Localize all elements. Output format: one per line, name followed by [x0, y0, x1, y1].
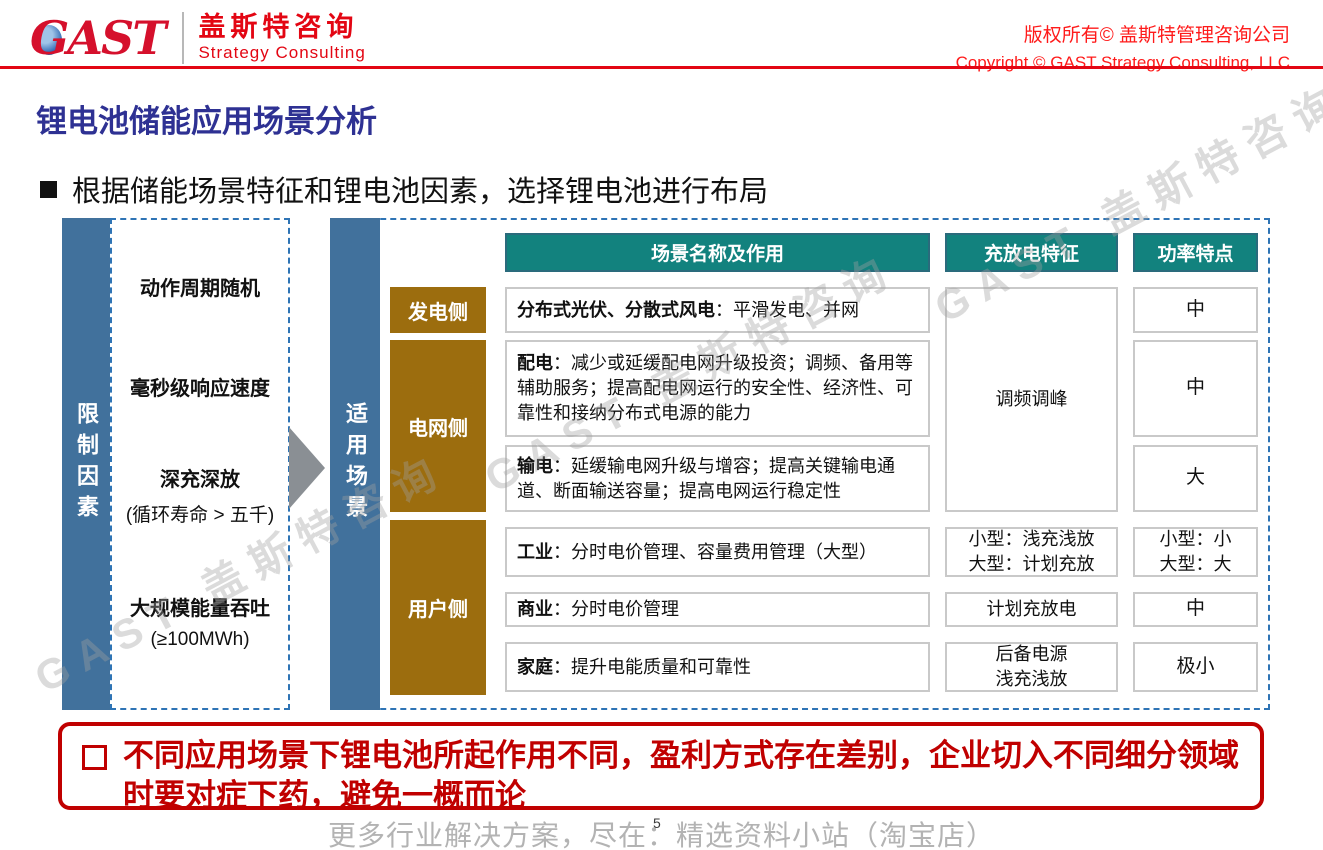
- header: GAST 盖斯特咨询 Strategy Consulting: [30, 12, 366, 64]
- subtitle-text: 根据储能场景特征和锂电池因素，选择锂电池进行布局: [72, 168, 768, 210]
- gast-logo: GAST: [30, 15, 164, 61]
- scenario-cell-pv: 分布式光伏、分散式风电：平滑发电、并网: [505, 287, 930, 333]
- brand-name-cn: 盖斯特咨询: [198, 13, 365, 43]
- power-line: 小型：小: [1160, 527, 1232, 552]
- group-label-grid: 电网侧: [390, 340, 486, 512]
- constraint-bar: 限制因素: [62, 218, 110, 710]
- constraint-bar-label: 限制因素: [70, 402, 102, 526]
- slide: GAST 盖斯特咨询 Strategy Consulting 版权所有© 盖斯特…: [0, 0, 1323, 850]
- power-cell-industry: 小型：小大型：大: [1133, 527, 1258, 577]
- column-header-charge: 充放电特征: [945, 233, 1118, 272]
- column-header-scenario: 场景名称及作用: [505, 233, 930, 272]
- factor-item: 深充深放: [110, 463, 290, 492]
- cell-desc: ：分时电价管理、容量费用管理（大型）: [553, 542, 877, 562]
- cell-lead: 分布式光伏、分散式风电: [517, 300, 715, 320]
- power-cell-pv: 中: [1133, 287, 1258, 333]
- cell-desc: ：减少或延缓配电网升级投资；调频、备用等辅助服务；提高配电网运行的安全性、经济性…: [517, 353, 913, 423]
- cell-lead: 配电: [517, 353, 553, 373]
- cell-desc: ：提升电能质量和可靠性: [553, 657, 751, 677]
- scenario-cell-distribution: 配电：减少或延缓配电网升级投资；调频、备用等辅助服务；提高配电网运行的安全性、经…: [505, 340, 930, 437]
- cell-lead: 工业: [517, 542, 553, 562]
- copyright-en: Copyright © GAST Strategy Consulting, LL…: [956, 53, 1290, 73]
- scenario-cell-industry: 工业：分时电价管理、容量费用管理（大型）: [505, 527, 930, 577]
- scenario-cell-commerce: 商业：分时电价管理: [505, 592, 930, 627]
- logo-divider: [182, 12, 184, 64]
- group-label-generation: 发电侧: [390, 287, 486, 333]
- charge-cell-span: 调频调峰: [945, 287, 1118, 512]
- logo-text: GAST: [30, 15, 164, 61]
- power-cell-transmission: 大: [1133, 445, 1258, 512]
- factor-item: 大规模能量吞吐: [110, 592, 290, 621]
- cell-lead: 家庭: [517, 657, 553, 677]
- scenario-cell-home: 家庭：提升电能质量和可靠性: [505, 642, 930, 692]
- cell-lead: 输电: [517, 456, 553, 476]
- power-line: 大型：大: [1160, 552, 1232, 577]
- cell-desc: ：分时电价管理: [553, 599, 679, 619]
- square-bullet-icon: [40, 181, 57, 198]
- charge-cell-commerce: 计划充放电: [945, 592, 1118, 627]
- summary-text: 不同应用场景下锂电池所起作用不同，盈利方式存在差别，企业切入不同细分领域时要对症…: [123, 736, 1242, 798]
- cell-desc: ：平滑发电、并网: [715, 300, 859, 320]
- charge-line: 大型：计划充放: [969, 552, 1095, 577]
- charge-cell-home: 后备电源浅充浅放: [945, 642, 1118, 692]
- scenario-bar-label: 适用场景: [339, 402, 371, 526]
- header-rule: [0, 66, 1323, 69]
- factor-item-sub: (≥100MWh): [110, 629, 290, 651]
- column-header-power: 功率特点: [1133, 233, 1258, 272]
- brand-name-en: Strategy Consulting: [198, 43, 365, 63]
- charge-line: 浅充浅放: [996, 667, 1068, 692]
- footer-watermark: 更多行业解决方案，尽在：精选资料小站（淘宝店）: [0, 814, 1323, 850]
- factor-item: 毫秒级响应速度: [110, 372, 290, 401]
- power-cell-home: 极小: [1133, 642, 1258, 692]
- power-cell-commerce: 中: [1133, 592, 1258, 627]
- cell-desc: ：延缓输电网升级与增容；提高关键输电通道、断面输送容量；提高电网运行稳定性: [517, 456, 895, 501]
- subtitle: 根据储能场景特征和锂电池因素，选择锂电池进行布局: [40, 168, 768, 210]
- group-label-user: 用户侧: [390, 520, 486, 695]
- factor-item-sub: (循环寿命 > 五千): [104, 500, 296, 527]
- hollow-square-bullet-icon: [82, 745, 107, 770]
- scenario-cell-transmission: 输电：延缓输电网升级与增容；提高关键输电通道、断面输送容量；提高电网运行稳定性: [505, 445, 930, 512]
- summary-box: 不同应用场景下锂电池所起作用不同，盈利方式存在差别，企业切入不同细分领域时要对症…: [58, 722, 1264, 810]
- charge-line: 小型：浅充浅放: [969, 527, 1095, 552]
- arrow-right-icon: [289, 427, 325, 509]
- factor-item: 动作周期随机: [110, 272, 290, 301]
- charge-line: 后备电源: [996, 642, 1068, 667]
- scenario-bar: 适用场景: [330, 218, 380, 710]
- charge-cell-industry: 小型：浅充浅放大型：计划充放: [945, 527, 1118, 577]
- page-number: 5: [653, 815, 661, 831]
- page-title: 锂电池储能应用场景分析: [36, 96, 377, 141]
- power-cell-distribution: 中: [1133, 340, 1258, 437]
- cell-lead: 商业: [517, 599, 553, 619]
- copyright-cn: 版权所有© 盖斯特管理咨询公司: [956, 20, 1290, 47]
